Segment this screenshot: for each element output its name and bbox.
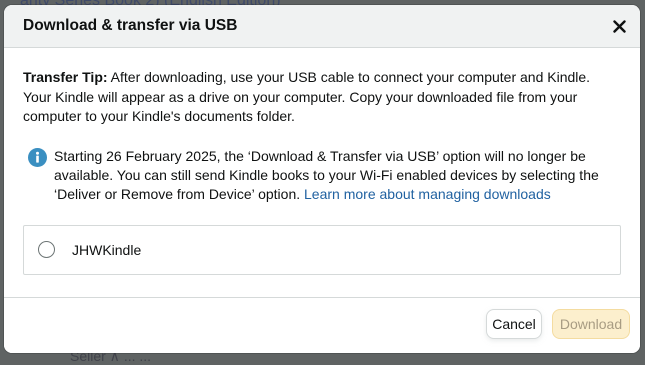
download-button[interactable]: Download xyxy=(552,309,630,339)
dialog-title: Download & transfer via USB xyxy=(23,17,238,34)
transfer-tip: Transfer Tip: After downloading, use you… xyxy=(23,68,621,127)
download-transfer-dialog: Download & transfer via USB Transfer Tip… xyxy=(4,5,640,353)
info-notice-text: Starting 26 February 2025, the ‘Download… xyxy=(54,147,621,204)
close-icon xyxy=(612,19,626,33)
dialog-footer: Cancel Download xyxy=(4,297,640,353)
device-label: JHWKindle xyxy=(72,241,142,258)
info-icon xyxy=(28,147,48,204)
close-button[interactable] xyxy=(608,15,630,37)
learn-more-link[interactable]: Learn more about managing downloads xyxy=(304,186,551,202)
cancel-button[interactable]: Cancel xyxy=(486,309,542,339)
dialog-body: Transfer Tip: After downloading, use you… xyxy=(4,48,640,275)
transfer-tip-label: Transfer Tip: xyxy=(23,69,108,85)
transfer-tip-text: After downloading, use your USB cable to… xyxy=(23,69,591,124)
info-notice: Starting 26 February 2025, the ‘Download… xyxy=(23,147,621,204)
dialog-header: Download & transfer via USB xyxy=(4,5,640,48)
device-option-jhwkindle[interactable]: JHWKindle xyxy=(23,224,621,275)
device-radio-button[interactable] xyxy=(38,241,55,258)
